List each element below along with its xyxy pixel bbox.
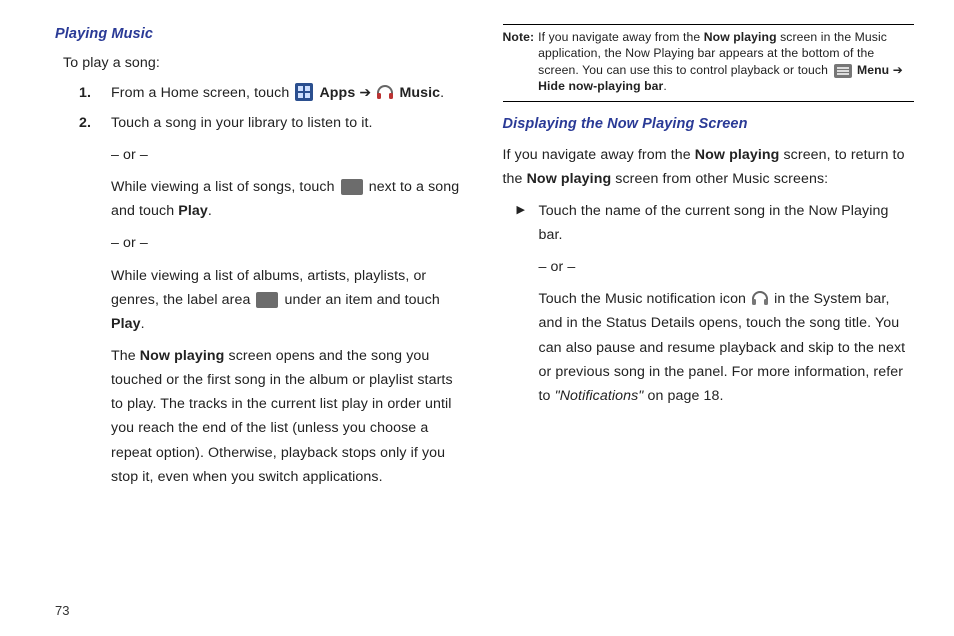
note-pre: If you navigate away from the (538, 30, 704, 44)
step2-line-a: Touch a song in your library to listen t… (111, 111, 467, 135)
right-column: Note: If you navigate away from the Now … (503, 22, 915, 579)
music-label: Music (399, 85, 440, 101)
arrow-bullet-list: Touch the name of the current song in th… (503, 199, 915, 408)
intro-text: To play a song: (63, 51, 467, 75)
grey-box-icon (341, 179, 363, 195)
apps-icon (295, 83, 313, 101)
bullet-b: Touch the Music notification icon in the… (539, 287, 915, 408)
r-intro-np1: Now playing (695, 147, 780, 163)
notifications-ref: "Notifications" (555, 388, 644, 404)
arrow-bullet: Touch the name of the current song in th… (521, 199, 915, 408)
note-arrow-icon: ➔ (893, 63, 903, 77)
para-post: screen opens and the song you touched or… (111, 348, 453, 485)
note-end: . (663, 79, 667, 93)
step1-end: . (440, 85, 444, 101)
step2c-post: under an item and touch (285, 292, 440, 308)
bullet-b-tail: on page 18. (643, 388, 723, 404)
bullet-a: Touch the name of the current song in th… (539, 199, 915, 247)
note-menu: Menu (857, 63, 893, 77)
step-2: Touch a song in your library to listen t… (93, 111, 467, 489)
section-heading-now-playing: Displaying the Now Playing Screen (503, 112, 915, 137)
r-intro-pre: If you navigate away from the (503, 147, 695, 163)
note-np: Now playing (704, 30, 777, 44)
step2b-pre: While viewing a list of songs, touch (111, 179, 339, 195)
note-label: Note: (503, 29, 539, 95)
music-headphones-icon (375, 83, 395, 101)
note-bottom-rule (503, 101, 915, 102)
step2-line-b: While viewing a list of songs, touch nex… (111, 175, 467, 223)
manual-page: Playing Music To play a song: From a Hom… (0, 0, 954, 636)
or-separator-1: – or – (111, 143, 467, 167)
play-label-2: Play (111, 316, 141, 332)
two-column-layout: Playing Music To play a song: From a Hom… (55, 22, 914, 579)
now-playing-bold: Now playing (140, 348, 225, 364)
left-column: Playing Music To play a song: From a Hom… (55, 22, 467, 579)
dot2: . (141, 316, 145, 332)
step-1: From a Home screen, touch Apps ➔ Music. (93, 81, 467, 105)
section-heading-playing-music: Playing Music (55, 22, 467, 47)
ordered-steps: From a Home screen, touch Apps ➔ Music. … (55, 81, 467, 489)
note-body: If you navigate away from the Now playin… (538, 29, 914, 95)
apps-label: Apps (319, 85, 359, 101)
para-pre: The (111, 348, 140, 364)
step2-paragraph: The Now playing screen opens and the son… (111, 344, 467, 489)
note-block: Note: If you navigate away from the Now … (503, 29, 915, 99)
step1-text-pre: From a Home screen, touch (111, 85, 293, 101)
bullet-b-pre: Touch the Music notification icon (539, 291, 751, 307)
note-top-rule (503, 24, 915, 25)
play-label-1: Play (178, 203, 208, 219)
r-intro-np2: Now playing (527, 171, 612, 187)
music-headphones-icon-2 (750, 289, 770, 307)
note-hide: Hide now-playing bar (538, 79, 663, 93)
menu-icon (834, 64, 852, 78)
or-separator-right: – or – (539, 255, 915, 279)
page-number: 73 (55, 579, 914, 636)
arrow-icon: ➔ (359, 85, 371, 101)
dot1: . (208, 203, 212, 219)
grey-box-icon-2 (256, 292, 278, 308)
step2-line-c: While viewing a list of albums, artists,… (111, 264, 467, 336)
r-intro-post: screen from other Music screens: (611, 171, 828, 187)
or-separator-2: – or – (111, 231, 467, 255)
right-intro: If you navigate away from the Now playin… (503, 143, 915, 191)
